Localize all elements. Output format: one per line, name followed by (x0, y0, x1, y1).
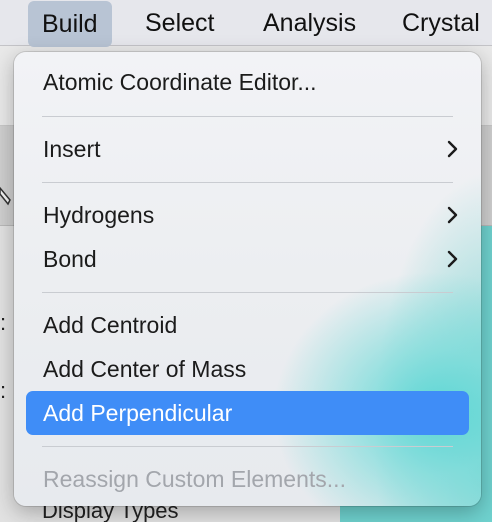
menu-bar: Build Select Analysis Crystal (0, 0, 492, 47)
menu-item-add-center-of-mass[interactable]: Add Center of Mass (26, 347, 469, 391)
pencil-icon[interactable] (0, 186, 12, 206)
menubar-item-build[interactable]: Build (28, 1, 112, 47)
menubar-item-select[interactable]: Select (131, 0, 228, 46)
menu-separator (42, 116, 453, 117)
menubar-item-analysis[interactable]: Analysis (249, 0, 370, 46)
menu-item-label: Atomic Coordinate Editor... (43, 68, 317, 95)
chevron-right-icon (447, 250, 458, 268)
menu-item-label: Bond (43, 245, 97, 272)
menu-item-reassign-custom-elements: Reassign Custom Elements... (26, 457, 469, 501)
menu-separator (42, 182, 453, 183)
menubar-item-crystal[interactable]: Crystal (388, 0, 492, 46)
menu-item-label: Insert (43, 135, 101, 162)
menu-item-insert[interactable]: Insert (26, 127, 469, 171)
menu-item-add-centroid[interactable]: Add Centroid (26, 303, 469, 347)
background-field-label: : (0, 310, 7, 335)
background-field-label: : (0, 378, 7, 403)
menu-item-bond[interactable]: Bond (26, 237, 469, 281)
menu-item-label: Reassign Custom Elements... (43, 465, 346, 492)
build-menu: Atomic Coordinate Editor... Insert Hydro… (14, 52, 481, 506)
menu-item-label: Hydrogens (43, 201, 155, 228)
menu-separator (42, 292, 453, 293)
chevron-right-icon (447, 206, 458, 224)
menu-item-hydrogens[interactable]: Hydrogens (26, 193, 469, 237)
menu-item-label: Add Centroid (43, 311, 178, 338)
menu-item-label: Add Perpendicular (43, 399, 233, 426)
chevron-right-icon (447, 140, 458, 158)
menu-item-add-perpendicular[interactable]: Add Perpendicular (26, 391, 469, 435)
menu-separator (42, 446, 453, 447)
menu-item-atomic-coordinate-editor[interactable]: Atomic Coordinate Editor... (26, 60, 469, 104)
menu-item-label: Add Center of Mass (43, 355, 247, 382)
